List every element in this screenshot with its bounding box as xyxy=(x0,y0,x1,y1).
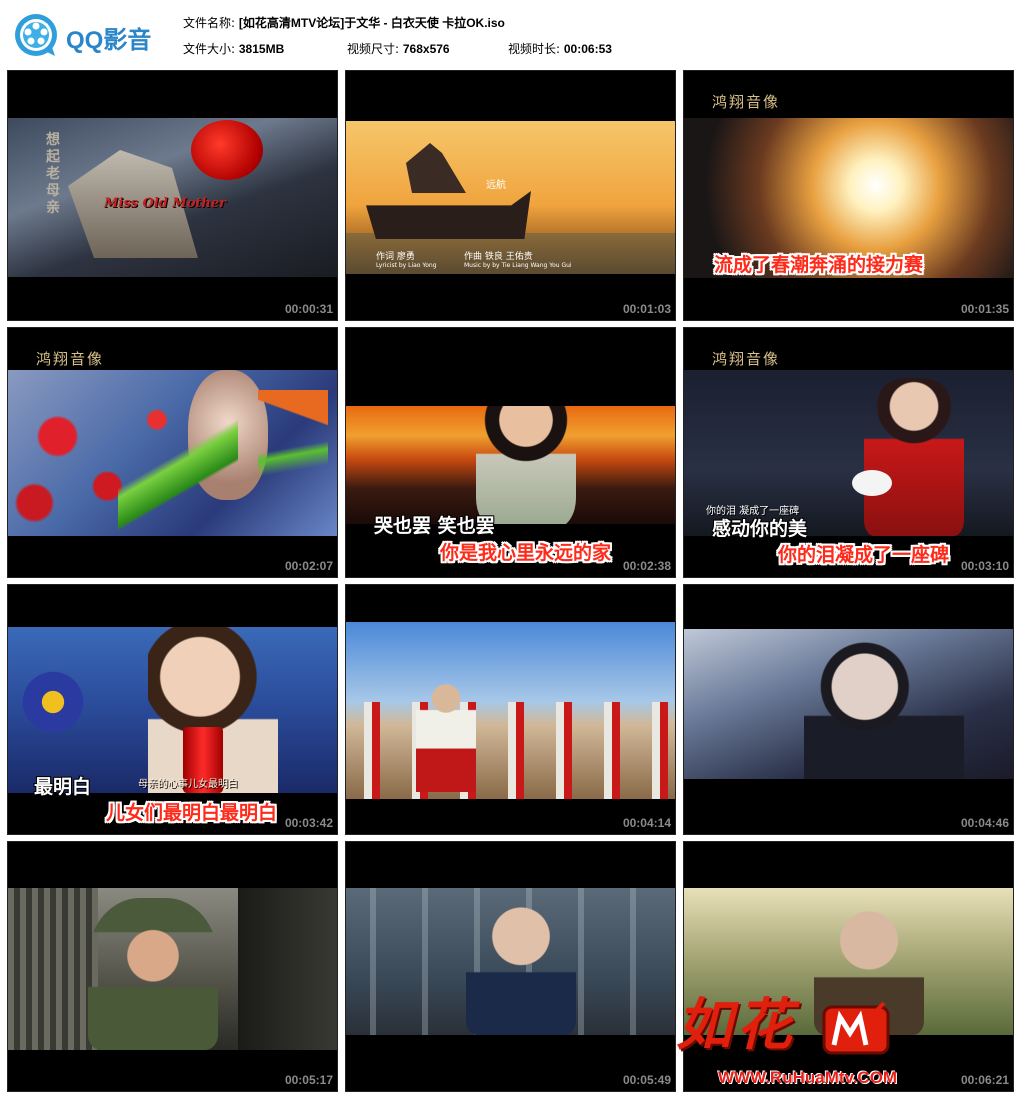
timestamp: 00:02:07 xyxy=(284,559,333,573)
timestamp: 00:03:42 xyxy=(284,816,333,830)
qq-video-logo-icon xyxy=(15,14,57,56)
thumbnail-4[interactable]: 鸿翔音像 00:02:07 xyxy=(7,327,338,578)
subtitle-line-1: 感动你的美 xyxy=(712,518,808,540)
studio-label: 鸿翔音像 xyxy=(36,350,105,368)
video-dims-value: 768x576 xyxy=(402,42,450,56)
thumbnail-2[interactable]: 远航 作词 廖勇 Lyricist by Liao Yong 作曲 铁良 王佑贵… xyxy=(345,70,676,321)
timestamp: 00:02:38 xyxy=(622,559,671,573)
thumbnail-8[interactable]: 00:04:14 xyxy=(345,584,676,835)
thumbnail-10[interactable]: 00:05:17 xyxy=(7,841,338,1092)
timestamp: 00:00:31 xyxy=(284,302,333,316)
video-frame xyxy=(8,627,337,793)
thumbnail-7[interactable]: 母亲的心事儿女最明白 最明白 儿女们最明白最明白 00:03:42 xyxy=(7,584,338,835)
video-frame xyxy=(8,370,337,536)
video-frame xyxy=(346,622,675,799)
timestamp: 00:05:49 xyxy=(622,1073,671,1087)
subtitle-line-2: 儿女们最明白最明白 xyxy=(106,802,278,824)
title-overlay: Miss Old Mother xyxy=(104,196,227,211)
app-name: QQ影音 xyxy=(66,27,152,54)
watermark-url: WWW.RuHuaMtv.COM xyxy=(718,1068,898,1087)
thumbnail-6[interactable]: 鸿翔音像 你的泪 凝成了一座碑 感动你的美 你的泪凝成了一座碑 00:03:10 xyxy=(683,327,1014,578)
timestamp: 00:06:21 xyxy=(960,1073,1009,1087)
ruhua-watermark-logo: 如花 xyxy=(676,980,896,1061)
timestamp: 00:04:14 xyxy=(622,816,671,830)
studio-label: 鸿翔音像 xyxy=(712,93,781,111)
file-name-row: 文件名称: [如花高清MTV论坛]于文华 - 白衣天使 卡拉OK.iso xyxy=(183,14,505,31)
subtitle-line: 流成了春潮奔涌的接力赛 xyxy=(714,254,924,276)
video-dims-label: 视频尺寸: xyxy=(347,42,400,56)
lyricist-credit: 作词 廖勇 xyxy=(376,252,415,262)
video-dims-row: 视频尺寸: 768x576 xyxy=(347,40,450,57)
file-size-row: 文件大小: 3815MB xyxy=(183,40,284,57)
watermark-logo-text: 如花 xyxy=(676,992,796,1058)
video-frame xyxy=(684,629,1013,779)
file-size-label: 文件大小: xyxy=(183,42,236,56)
subtitle-small: 母亲的心事儿女最明白 xyxy=(138,779,238,790)
subtitle-line-1: 最明白 xyxy=(34,776,92,798)
thumbnail-11[interactable]: 00:05:49 xyxy=(345,841,676,1092)
video-frame: Miss Old Mother 想起老母亲 xyxy=(8,118,337,277)
video-frame xyxy=(346,888,675,1035)
subtitle-line-1: 哭也罢 笑也罢 xyxy=(374,515,495,537)
mtv-tv-icon xyxy=(822,1001,889,1055)
file-size-value: 3815MB xyxy=(238,42,285,56)
video-duration-label: 视频时长: xyxy=(508,42,561,56)
thumbnail-3[interactable]: 鸿翔音像 流成了春潮奔涌的接力赛 00:01:35 xyxy=(683,70,1014,321)
thumbnail-1[interactable]: Miss Old Mother 想起老母亲 00:00:31 xyxy=(7,70,338,321)
timestamp: 00:01:03 xyxy=(622,302,671,316)
vertical-title: 想起老母亲 xyxy=(46,132,60,216)
subtitle-line-2: 你是我心里永远的家 xyxy=(440,542,612,564)
header: QQ影音 文件名称: [如花高清MTV论坛]于文华 - 白衣天使 卡拉OK.is… xyxy=(0,0,1024,66)
ship-name: 远航 xyxy=(486,180,506,191)
file-name-value: [如花高清MTV论坛]于文华 - 白衣天使 卡拉OK.iso xyxy=(238,16,505,30)
composer-credit-en: Music by by Tie Liang Wang You Gui xyxy=(464,262,572,269)
timestamp: 00:05:17 xyxy=(284,1073,333,1087)
timestamp: 00:03:10 xyxy=(960,559,1009,573)
composer-credit: 作曲 铁良 王佑贵 xyxy=(464,252,533,262)
video-frame xyxy=(346,406,675,524)
video-frame xyxy=(8,888,337,1050)
studio-label: 鸿翔音像 xyxy=(712,350,781,368)
video-frame: 远航 作词 廖勇 Lyricist by Liao Yong 作曲 铁良 王佑贵… xyxy=(346,121,675,274)
subtitle-line-2: 你的泪凝成了一座碑 xyxy=(778,544,950,566)
video-duration-row: 视频时长: 00:06:53 xyxy=(508,40,612,57)
timestamp: 00:01:35 xyxy=(960,302,1009,316)
thumbnail-grid: Miss Old Mother 想起老母亲 00:00:31 远航 作词 廖勇 … xyxy=(7,70,1019,1096)
timestamp: 00:04:46 xyxy=(960,816,1009,830)
file-name-label: 文件名称: xyxy=(183,16,236,30)
video-frame: 流成了春潮奔涌的接力赛 xyxy=(684,118,1013,278)
video-duration-value: 00:06:53 xyxy=(563,42,612,56)
thumbnail-9[interactable]: 00:04:46 xyxy=(683,584,1014,835)
lyricist-credit-en: Lyricist by Liao Yong xyxy=(376,262,437,269)
thumbnail-5[interactable]: 哭也罢 笑也罢 你是我心里永远的家 00:02:38 xyxy=(345,327,676,578)
